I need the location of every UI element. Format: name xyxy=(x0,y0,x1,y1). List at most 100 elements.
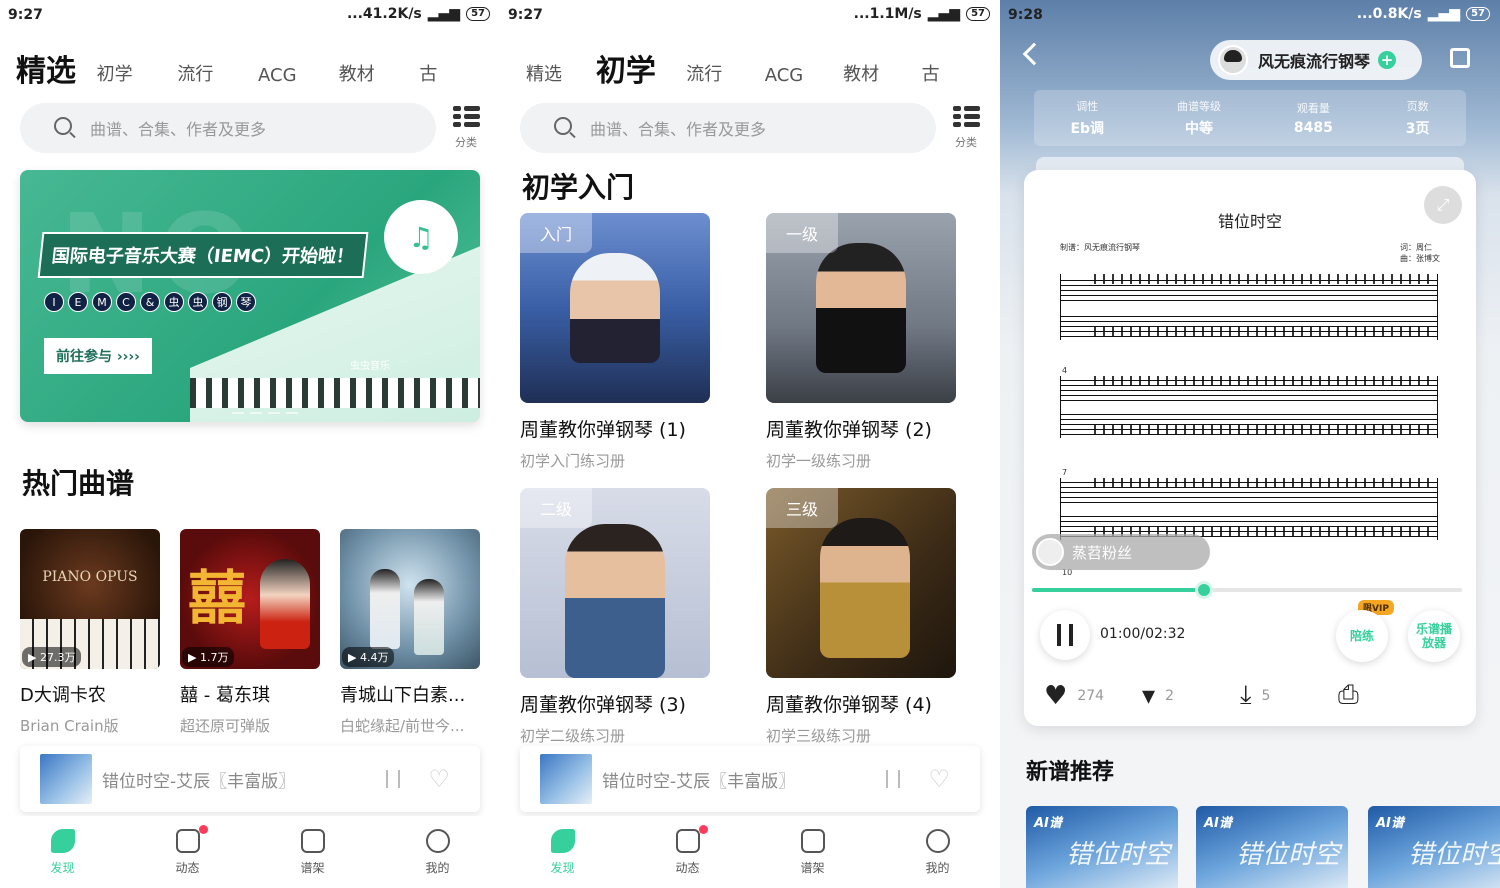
play-count: ▶ 4.4万 xyxy=(342,647,395,667)
like-button[interactable]: ♥ 274 xyxy=(1044,681,1142,711)
hot-item-title: 青城山下白素... xyxy=(340,685,466,706)
print-button[interactable]: ⎙ xyxy=(1338,680,1436,711)
banner-title: 国际电子音乐大赛（IEMC）开始啦！ xyxy=(37,232,369,278)
tab-pop[interactable]: 流行 xyxy=(686,60,764,92)
download-button[interactable]: ⤓ 5 xyxy=(1240,680,1338,711)
tab-acg[interactable]: ACG xyxy=(765,65,843,92)
category-button[interactable]: 分类 xyxy=(950,106,982,150)
accompany-button[interactable]: 陪练 xyxy=(1336,610,1388,662)
sheet-page-art xyxy=(692,227,732,387)
nav-profile[interactable]: 我的 xyxy=(408,828,468,876)
notes-art xyxy=(1094,326,1434,336)
tab-featured[interactable]: 精选 xyxy=(526,60,596,92)
sheet-card[interactable]: ⤢ 错位时空 制谱：风无痕流行钢琴 词：周仁 曲：张博文 4 7 10 蒸苕粉丝 xyxy=(1024,170,1476,726)
heart-icon[interactable]: ♡ xyxy=(928,765,950,793)
pause-button[interactable] xyxy=(886,770,901,788)
banner-letter: M xyxy=(92,292,112,312)
comment-icon: ▾ xyxy=(1142,680,1156,711)
piano-keys-art xyxy=(190,378,480,408)
sheet-page-art xyxy=(938,502,978,662)
hot-item[interactable]: PIANO OPUS ▶ 27.3万 D大调卡农 Brian Crain版 xyxy=(20,529,160,736)
pause-button[interactable] xyxy=(1040,610,1090,660)
tab-classical[interactable]: 古 xyxy=(922,60,1000,92)
comment-button[interactable]: ▾ 2 xyxy=(1142,681,1240,711)
tab-pop[interactable]: 流行 xyxy=(177,60,258,92)
course-card[interactable]: 三级 周董教你弹钢琴 (4) 初学三级练习册 xyxy=(766,488,978,746)
feed-icon xyxy=(175,828,200,853)
search-input[interactable]: 曲谱、合集、作者及更多 xyxy=(520,103,936,153)
sheet-title: 错位时空 xyxy=(1217,212,1282,231)
category-label: 分类 xyxy=(955,136,977,149)
nav-shelf[interactable]: 谱架 xyxy=(283,828,343,876)
back-icon[interactable] xyxy=(1022,42,1046,66)
fan-badge[interactable]: 蒸苕粉丝 xyxy=(1032,534,1210,570)
nav-feed[interactable]: 动态 xyxy=(658,824,718,876)
nav-feed[interactable]: 动态 xyxy=(158,824,218,876)
search-input[interactable]: 曲谱、合集、作者及更多 xyxy=(20,103,436,153)
nav-discover[interactable]: 发现 xyxy=(533,828,593,876)
download-icon: ⤓ xyxy=(1240,680,1252,710)
banner-letter: E xyxy=(68,292,88,312)
uploader-pill[interactable]: 风无痕流行钢琴 + xyxy=(1210,40,1422,80)
progress-handle[interactable] xyxy=(1195,581,1213,599)
bottom-nav: 发现 动态 谱架 我的 xyxy=(500,816,1000,888)
portrait-art xyxy=(260,559,310,649)
mini-player[interactable]: 错位时空-艾辰〖丰富版〗 ♡ xyxy=(20,746,480,812)
course-subtitle: 初学一级练习册 xyxy=(766,452,872,470)
mini-player-title: 错位时空-艾辰〖丰富版〗 xyxy=(602,771,796,792)
tab-beginner[interactable]: 初学 xyxy=(595,46,686,92)
hot-item[interactable]: ▶ 4.4万 青城山下白素... 白蛇缘起/前世今... xyxy=(340,529,480,736)
tab-textbook[interactable]: 教材 xyxy=(843,60,921,92)
search-icon xyxy=(54,117,72,135)
banner-cta-button[interactable]: 前往参与 ›››› xyxy=(44,338,152,374)
hot-item[interactable]: 囍 ▶ 1.7万 囍 - 葛东琪 超还原可弹版 xyxy=(180,529,320,736)
new-sheet-card[interactable]: AI谱 错位时空 xyxy=(1196,806,1348,888)
notes-art xyxy=(1094,424,1434,434)
follow-plus-icon[interactable]: + xyxy=(1378,51,1397,69)
battery-icon: 57 xyxy=(966,7,990,21)
sheet-player-button[interactable]: 乐谱播放器 xyxy=(1408,610,1460,662)
category-button[interactable]: 分类 xyxy=(450,106,482,150)
brand-logo-icon: ♫ xyxy=(384,200,458,274)
play-count: ▶ 1.7万 xyxy=(182,647,235,667)
tab-textbook[interactable]: 教材 xyxy=(339,60,420,92)
status-time: 9:27 xyxy=(508,7,543,23)
nav-shelf[interactable]: 谱架 xyxy=(783,828,843,876)
nav-profile[interactable]: 我的 xyxy=(908,828,968,876)
tab-featured[interactable]: 精选 xyxy=(16,46,97,92)
course-card[interactable]: 一级 周董教你弹钢琴 (2) 初学一级练习册 xyxy=(766,213,978,471)
course-subtitle: 初学入门练习册 xyxy=(520,452,626,470)
tab-acg[interactable]: ACG xyxy=(258,65,339,92)
course-card[interactable]: 二级 周董教你弹钢琴 (3) 初学二级练习册 xyxy=(520,488,732,746)
sheet-page-art xyxy=(938,227,978,387)
share-icon[interactable] xyxy=(1450,48,1470,68)
tab-classical[interactable]: 古 xyxy=(419,60,500,92)
progress-fill xyxy=(1032,588,1204,592)
banner-letter: 虫 xyxy=(164,292,184,312)
profile-icon xyxy=(425,828,450,853)
sheet-music-icon xyxy=(300,828,325,853)
status-bar: 9:28 ...0.8K/s ▂▄▆ 57 xyxy=(1000,0,1500,32)
portrait-art xyxy=(820,518,910,658)
cover-calligraphy: 错位时空 xyxy=(1236,840,1341,870)
hot-section-title: 热门曲谱 xyxy=(22,467,135,500)
course-cover: 一级 xyxy=(766,213,978,403)
new-sheet-card[interactable]: AI谱 错位时空 xyxy=(1026,806,1178,888)
network-speed: ...41.2K/s xyxy=(346,6,422,22)
sheet-maker: 制谱：风无痕流行钢琴 xyxy=(1060,243,1140,252)
mini-player[interactable]: 错位时空-艾辰〖丰富版〗 ♡ xyxy=(520,746,980,812)
course-card[interactable]: 入门 周董教你弹钢琴 (1) 初学入门练习册 xyxy=(520,213,732,471)
banner-letter: & xyxy=(140,292,160,312)
course-cover: 二级 xyxy=(520,488,732,678)
heart-icon[interactable]: ♡ xyxy=(428,765,450,793)
banner-brand: 虫虫音乐 xyxy=(350,361,390,372)
notes-art xyxy=(1094,376,1434,386)
pause-button[interactable] xyxy=(386,770,401,788)
progress-slider[interactable] xyxy=(1032,581,1462,599)
fan-label: 蒸苕粉丝 xyxy=(1072,543,1133,562)
banner-letters: I E M C & 虫 虫 钢 琴 xyxy=(44,292,256,312)
promo-banner[interactable]: NO ♫ 国际电子音乐大赛（IEMC）开始啦！ I E M C & 虫 虫 钢 … xyxy=(20,170,480,422)
tab-beginner[interactable]: 初学 xyxy=(97,60,178,92)
new-sheet-card[interactable]: AI谱 错位时空 xyxy=(1368,806,1500,888)
nav-discover[interactable]: 发现 xyxy=(33,828,93,876)
